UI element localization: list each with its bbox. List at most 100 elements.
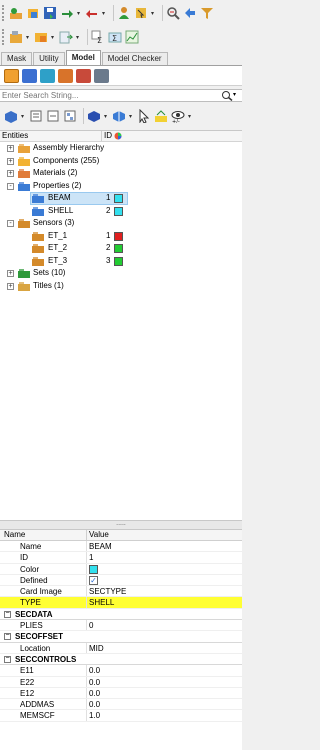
color-swatch[interactable]	[89, 564, 98, 574]
property-value[interactable]: 0.0	[87, 688, 242, 698]
chevron-down-icon[interactable]: ▾	[129, 113, 134, 120]
chevron-down-icon[interactable]: ▾	[21, 113, 26, 120]
tab-model[interactable]: Model	[65, 50, 101, 65]
chevron-down-icon[interactable]: ▾	[188, 113, 193, 120]
export-icon[interactable]	[85, 6, 99, 20]
color-swatch[interactable]	[114, 206, 123, 216]
property-value[interactable]: MID	[87, 643, 242, 653]
solid-icon[interactable]	[87, 109, 101, 123]
chevron-down-icon[interactable]: ▾	[76, 34, 81, 41]
collapse-icon[interactable]: -	[7, 182, 14, 190]
sigma-icon[interactable]: Σ	[108, 30, 122, 44]
assembly-filter-icon[interactable]	[22, 68, 37, 83]
property-section[interactable]: − SECCONTROLS	[0, 653, 242, 666]
expand-icon[interactable]: +	[7, 145, 14, 152]
chevron-down-icon[interactable]: ▾	[77, 10, 82, 17]
tree-row[interactable]: + Titles (1)	[0, 280, 242, 293]
load-icon[interactable]	[59, 30, 73, 44]
chevron-down-icon[interactable]: ▾	[233, 91, 236, 98]
tree-row[interactable]: + Materials (2)	[0, 167, 242, 180]
group-icon[interactable]	[9, 30, 23, 44]
property-value[interactable]: 1	[87, 552, 242, 562]
property-value[interactable]: BEAM	[87, 541, 242, 551]
property-value[interactable]: 0.0	[87, 699, 242, 709]
property-value[interactable]: ✓	[87, 575, 242, 585]
tree-row[interactable]: ET_1 1	[0, 230, 242, 243]
entities-column-header[interactable]: Entities	[0, 131, 102, 141]
component-filter-icon[interactable]	[4, 68, 19, 83]
tree-row[interactable]: ET_3 3	[0, 255, 242, 268]
assembly-icon[interactable]	[34, 30, 48, 44]
model-icon[interactable]	[9, 6, 23, 20]
eye-icon[interactable]: +/-	[171, 109, 185, 123]
expand-icon[interactable]: +	[7, 170, 14, 177]
cursor-icon[interactable]	[137, 109, 151, 123]
panel-splitter[interactable]: .....	[0, 520, 242, 530]
property-section[interactable]: − SECDATA	[0, 608, 242, 621]
property-filter-icon[interactable]	[40, 68, 55, 83]
material-filter-icon[interactable]	[58, 68, 73, 83]
tab-mask[interactable]: Mask	[1, 52, 33, 65]
collapse-icon[interactable]: −	[4, 632, 11, 641]
property-value[interactable]: 1.0	[87, 710, 242, 720]
property-value[interactable]: SECTYPE	[87, 586, 242, 596]
entity-type-icon[interactable]	[4, 109, 18, 123]
search-input[interactable]	[2, 90, 212, 101]
tree-row[interactable]: BEAM 1	[0, 192, 242, 205]
tree-row[interactable]: - Properties (2)	[0, 180, 242, 193]
tree-row[interactable]: + Sets (10)	[0, 267, 242, 280]
import-icon[interactable]	[60, 6, 74, 20]
tree-row[interactable]: ET_2 2	[0, 242, 242, 255]
toolbar-grip[interactable]	[2, 5, 6, 21]
chevron-down-icon[interactable]: ▾	[104, 113, 109, 120]
expand-icon[interactable]: +	[7, 270, 14, 277]
chevron-down-icon[interactable]: ▾	[51, 34, 56, 41]
collapse-icon[interactable]: -	[7, 220, 14, 227]
property-value[interactable]: SHELL	[87, 597, 242, 608]
color-swatch[interactable]	[114, 256, 123, 266]
set-filter-icon[interactable]	[94, 68, 109, 83]
chevron-down-icon[interactable]: ▾	[102, 10, 107, 17]
component-icon[interactable]	[26, 6, 40, 20]
chevron-down-icon[interactable]: ▾	[26, 34, 31, 41]
user-icon[interactable]	[117, 6, 131, 20]
id-column-header[interactable]: ID	[102, 131, 132, 141]
defined-checkbox[interactable]: ✓	[89, 575, 98, 585]
tab-utility[interactable]: Utility	[33, 52, 65, 65]
property-value[interactable]: 0.0	[87, 677, 242, 687]
expand-icon[interactable]: +	[7, 282, 14, 290]
tab-model-checker[interactable]: Model Checker	[101, 52, 168, 65]
sensor-filter-icon[interactable]	[76, 68, 91, 83]
zoom-icon[interactable]	[166, 6, 180, 20]
toolbar-grip[interactable]	[2, 29, 6, 45]
property-value[interactable]: 0.0	[87, 665, 242, 675]
tree-row[interactable]: + Assembly Hierarchy	[0, 142, 242, 155]
property-value[interactable]	[87, 564, 242, 574]
collapse-all-icon[interactable]	[46, 109, 60, 123]
shading-icon[interactable]	[112, 109, 126, 123]
tree-row[interactable]: + Components (255)	[0, 155, 242, 168]
color-swatch[interactable]	[114, 231, 123, 241]
sum-icon[interactable]: Σ	[91, 30, 105, 44]
funnel-icon[interactable]	[200, 6, 214, 20]
expand-all-icon[interactable]	[29, 109, 43, 123]
search-icon[interactable]	[221, 90, 233, 101]
save-icon[interactable]	[43, 6, 57, 20]
tree-view-icon[interactable]	[63, 109, 77, 123]
back-arrow-icon[interactable]	[183, 6, 197, 20]
property-section[interactable]: − SECOFFSET	[0, 631, 242, 643]
select-icon[interactable]	[134, 6, 148, 20]
tree-row[interactable]: SHELL 2	[0, 205, 242, 218]
chevron-down-icon[interactable]: ▾	[151, 10, 156, 17]
expand-icon[interactable]: +	[7, 157, 14, 165]
collapse-icon[interactable]: −	[4, 610, 11, 618]
highlight-icon[interactable]	[154, 109, 168, 123]
color-swatch[interactable]	[114, 194, 123, 203]
graph-icon[interactable]	[125, 30, 139, 44]
property-value[interactable]: 0	[87, 620, 242, 630]
collapse-icon[interactable]: −	[4, 655, 11, 663]
color-swatch[interactable]	[114, 244, 123, 253]
value-column-header[interactable]: Value	[87, 530, 109, 540]
name-column-header[interactable]: Name	[0, 530, 87, 540]
tree-row[interactable]: - Sensors (3)	[0, 217, 242, 230]
